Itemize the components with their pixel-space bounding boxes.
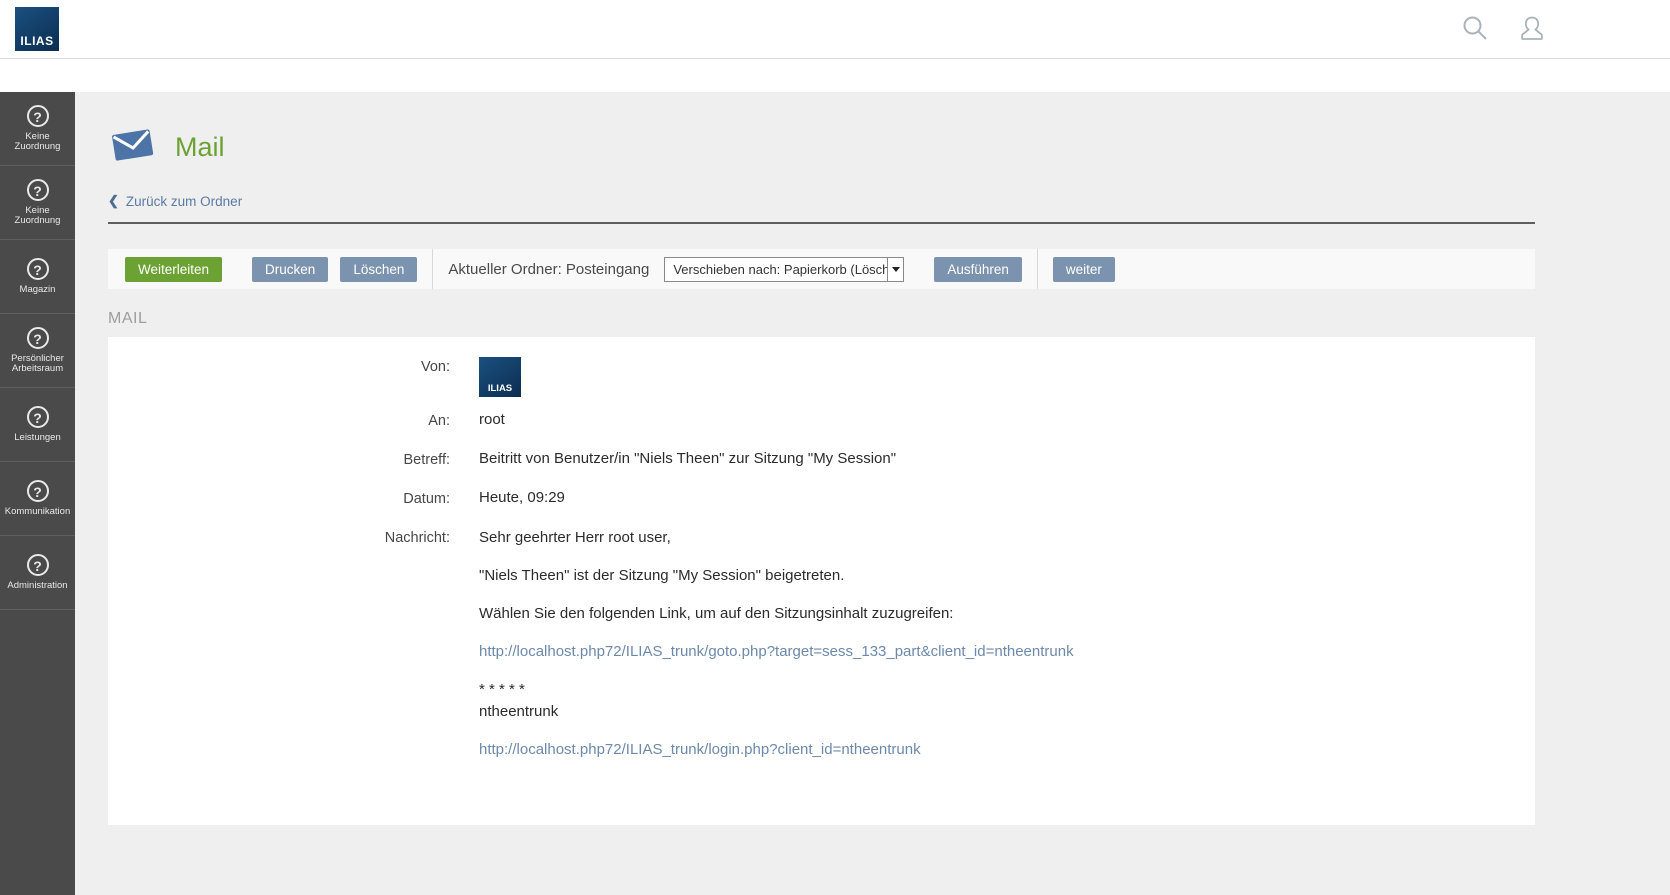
page-title: Mail <box>175 132 225 163</box>
sidebar-item-keine-zuordnung-2[interactable]: ? Keine Zuordnung <box>0 166 75 240</box>
message-link-intro: Wählen Sie den folgenden Link, um auf de… <box>479 604 1074 624</box>
back-to-folder-link[interactable]: ❮ Zurück zum Ordner <box>108 193 242 209</box>
message-separator: * * * * * <box>479 680 1074 700</box>
forward-button[interactable]: Weiterleiten <box>125 257 222 282</box>
message-label: Nachricht: <box>108 528 450 760</box>
client-name: ntheentrunk <box>479 702 1074 722</box>
top-header: ILIAS <box>0 0 1670 59</box>
message-body: Sehr geehrter Herr root user, "Niels The… <box>479 528 1074 760</box>
move-to-select[interactable]: Verschieben nach: Papierkorb (Löschen) <box>664 257 904 282</box>
sidebar-item-label: Keine Zuordnung <box>0 132 75 153</box>
question-circle-icon: ? <box>27 480 49 502</box>
dropdown-arrow-icon[interactable] <box>887 258 903 281</box>
question-circle-icon: ? <box>27 554 49 576</box>
question-circle-icon: ? <box>27 406 49 428</box>
question-circle-icon: ? <box>27 258 49 280</box>
to-value: root <box>479 411 505 429</box>
to-label: An: <box>108 411 450 429</box>
delete-button[interactable]: Löschen <box>340 257 417 282</box>
main-sidebar: ? Keine Zuordnung ? Keine Zuordnung ? Ma… <box>0 92 75 895</box>
mail-panel: Von: ILIAS An: root Betreff: Beitritt vo… <box>108 337 1535 825</box>
execute-button[interactable]: Ausführen <box>934 257 1022 282</box>
message-row: Nachricht: Sehr geehrter Herr root user,… <box>108 528 1535 760</box>
subject-value: Beitritt von Benutzer/in "Niels Theen" z… <box>479 450 896 468</box>
search-icon[interactable] <box>1460 14 1490 44</box>
current-folder-label: Aktueller Ordner: Posteingang <box>448 261 649 278</box>
sub-header-bar <box>0 59 1670 92</box>
sidebar-item-kommunikation[interactable]: ? Kommunikation <box>0 462 75 536</box>
date-label: Datum: <box>108 489 450 507</box>
print-button[interactable]: Drucken <box>252 257 328 282</box>
sidebar-item-label: Persönlicher Arbeitsraum <box>0 354 75 375</box>
user-icon[interactable] <box>1517 14 1547 44</box>
ilias-logo[interactable]: ILIAS <box>15 7 59 51</box>
message-body-line: "Niels Theen" ist der Sitzung "My Sessio… <box>479 566 1074 586</box>
login-link[interactable]: http://localhost.php72/ILIAS_trunk/login… <box>479 741 921 758</box>
sidebar-item-label: Keine Zuordnung <box>0 206 75 227</box>
main-content: Mail ❮ Zurück zum Ordner Weiterleiten Dr… <box>75 92 1670 895</box>
sidebar-item-leistungen[interactable]: ? Leistungen <box>0 388 75 462</box>
sidebar-item-label: Magazin <box>18 285 58 296</box>
sender-avatar: ILIAS <box>479 357 521 397</box>
sidebar-item-label: Kommunikation <box>3 507 72 518</box>
mail-toolbar: Weiterleiten Drucken Löschen Aktueller O… <box>108 249 1535 289</box>
message-greeting: Sehr geehrter Herr root user, <box>479 528 1074 548</box>
toolbar-divider <box>1037 249 1038 289</box>
question-circle-icon: ? <box>27 327 49 349</box>
next-button[interactable]: weiter <box>1053 257 1115 282</box>
sidebar-item-magazin[interactable]: ? Magazin <box>0 240 75 314</box>
subject-label: Betreff: <box>108 450 450 468</box>
move-to-selected-option: Verschieben nach: Papierkorb (Löschen) <box>665 262 887 277</box>
session-link[interactable]: http://localhost.php72/ILIAS_trunk/goto.… <box>479 643 1074 660</box>
date-row: Datum: Heute, 09:29 <box>108 489 1535 507</box>
subject-row: Betreff: Beitritt von Benutzer/in "Niels… <box>108 450 1535 468</box>
sidebar-item-persoenlicher-arbeitsraum[interactable]: ? Persönlicher Arbeitsraum <box>0 314 75 388</box>
mail-section-title: MAIL <box>108 310 1535 328</box>
back-link-label: Zurück zum Ordner <box>126 194 242 209</box>
question-circle-icon: ? <box>27 179 49 201</box>
sidebar-item-keine-zuordnung-1[interactable]: ? Keine Zuordnung <box>0 92 75 166</box>
from-row: Von: ILIAS <box>108 357 1535 397</box>
mail-envelope-icon <box>110 126 155 169</box>
title-divider <box>108 222 1535 224</box>
question-circle-icon: ? <box>27 105 49 127</box>
to-row: An: root <box>108 411 1535 429</box>
date-value: Heute, 09:29 <box>479 489 565 507</box>
sidebar-item-label: Administration <box>5 581 69 592</box>
from-label: Von: <box>108 357 450 397</box>
sidebar-item-label: Leistungen <box>12 433 62 444</box>
toolbar-divider <box>432 249 433 289</box>
chevron-left-icon: ❮ <box>108 193 119 209</box>
sidebar-item-administration[interactable]: ? Administration <box>0 536 75 610</box>
